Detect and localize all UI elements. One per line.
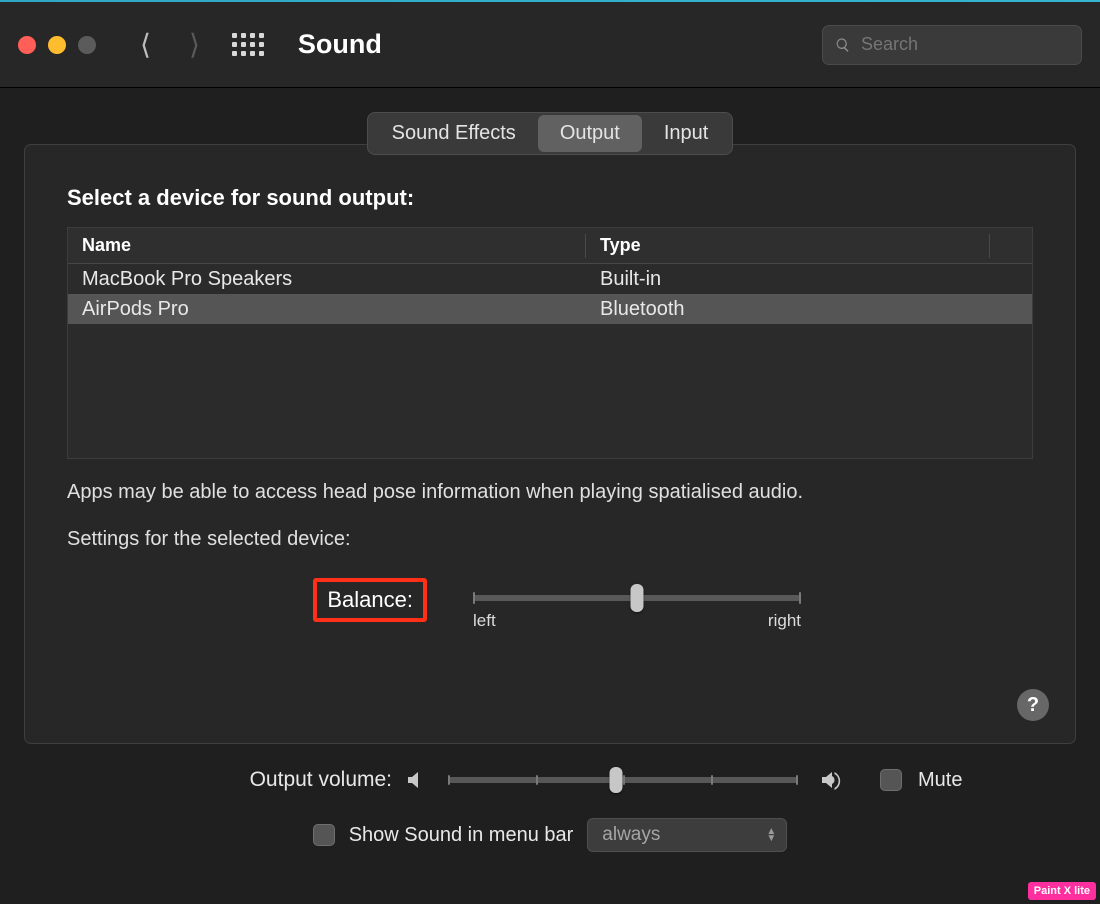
slider-tick [799, 592, 801, 604]
output-panel: Select a device for sound output: Name T… [24, 144, 1076, 744]
col-name[interactable]: Name [68, 234, 586, 258]
select-device-label: Select a device for sound output: [67, 185, 1033, 211]
tab-sound-effects[interactable]: Sound Effects [370, 115, 538, 152]
show-sound-menubar-popup[interactable]: always ▲▼ [587, 818, 787, 852]
search-field[interactable] [822, 25, 1082, 65]
volume-slider-thumb[interactable] [610, 767, 623, 793]
slider-tick [623, 775, 625, 785]
device-type: Built-in [586, 268, 1032, 291]
window-title: Sound [298, 29, 822, 60]
mute-checkbox[interactable] [880, 769, 902, 791]
watermark: Paint X lite [1028, 882, 1096, 900]
footer: Output volume: Mute Show Sound in menu b… [0, 768, 1100, 852]
back-button[interactable]: ⟨ [140, 28, 151, 61]
table-row[interactable]: AirPods Pro Bluetooth [68, 294, 1032, 324]
tabs: Sound Effects Output Input [367, 112, 734, 155]
forward-button: ⟩ [189, 28, 200, 61]
balance-slider-thumb[interactable] [631, 584, 644, 612]
updown-icon: ▲▼ [766, 828, 776, 842]
nav-arrows: ⟨ ⟩ [140, 28, 200, 61]
device-name: AirPods Pro [68, 298, 586, 321]
output-volume-label: Output volume: [42, 768, 392, 792]
slider-tick [536, 775, 538, 785]
minimize-window-button[interactable] [48, 36, 66, 54]
slider-tick [796, 775, 798, 785]
device-type: Bluetooth [586, 298, 1032, 321]
tab-input[interactable]: Input [642, 115, 730, 152]
close-window-button[interactable] [18, 36, 36, 54]
settings-for-device-label: Settings for the selected device: [67, 528, 1033, 551]
search-icon [835, 36, 851, 54]
balance-right-label: right [768, 611, 801, 631]
speaker-low-icon [404, 768, 428, 792]
balance-row: Balance: left right [67, 581, 1033, 631]
slider-tick [711, 775, 713, 785]
balance-label: Balance: [317, 581, 423, 619]
toolbar: ⟨ ⟩ Sound [0, 2, 1100, 88]
balance-left-label: left [473, 611, 496, 631]
device-name: MacBook Pro Speakers [68, 268, 586, 291]
device-table: Name Type MacBook Pro Speakers Built-in … [67, 227, 1033, 459]
help-button[interactable]: ? [1017, 689, 1049, 721]
menu-bar-row: Show Sound in menu bar always ▲▼ [42, 818, 1058, 852]
output-volume-slider[interactable] [448, 777, 798, 783]
traffic-lights [18, 36, 96, 54]
spatial-audio-hint: Apps may be able to access head pose inf… [67, 481, 1033, 504]
table-row[interactable]: MacBook Pro Speakers Built-in [68, 264, 1032, 294]
slider-tick [448, 775, 450, 785]
speaker-high-icon [818, 768, 842, 792]
show-all-prefs-button[interactable] [232, 33, 264, 56]
table-header: Name Type [68, 228, 1032, 264]
col-type[interactable]: Type [586, 234, 990, 258]
popup-value: always [602, 824, 660, 846]
zoom-window-button[interactable] [78, 36, 96, 54]
tab-output[interactable]: Output [538, 115, 642, 152]
mute-label: Mute [918, 769, 962, 792]
volume-row: Output volume: Mute [42, 768, 1058, 792]
show-sound-menubar-label: Show Sound in menu bar [349, 824, 574, 847]
balance-slider[interactable] [473, 595, 801, 601]
search-input[interactable] [861, 34, 1069, 55]
show-sound-menubar-checkbox[interactable] [313, 824, 335, 846]
slider-tick [473, 592, 475, 604]
